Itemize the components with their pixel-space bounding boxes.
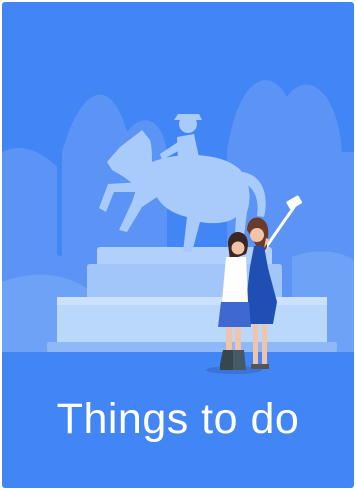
things-to-do-card[interactable]: Things to do (2, 2, 354, 488)
statue-illustration (2, 80, 354, 374)
card-title: Things to do (56, 395, 300, 443)
